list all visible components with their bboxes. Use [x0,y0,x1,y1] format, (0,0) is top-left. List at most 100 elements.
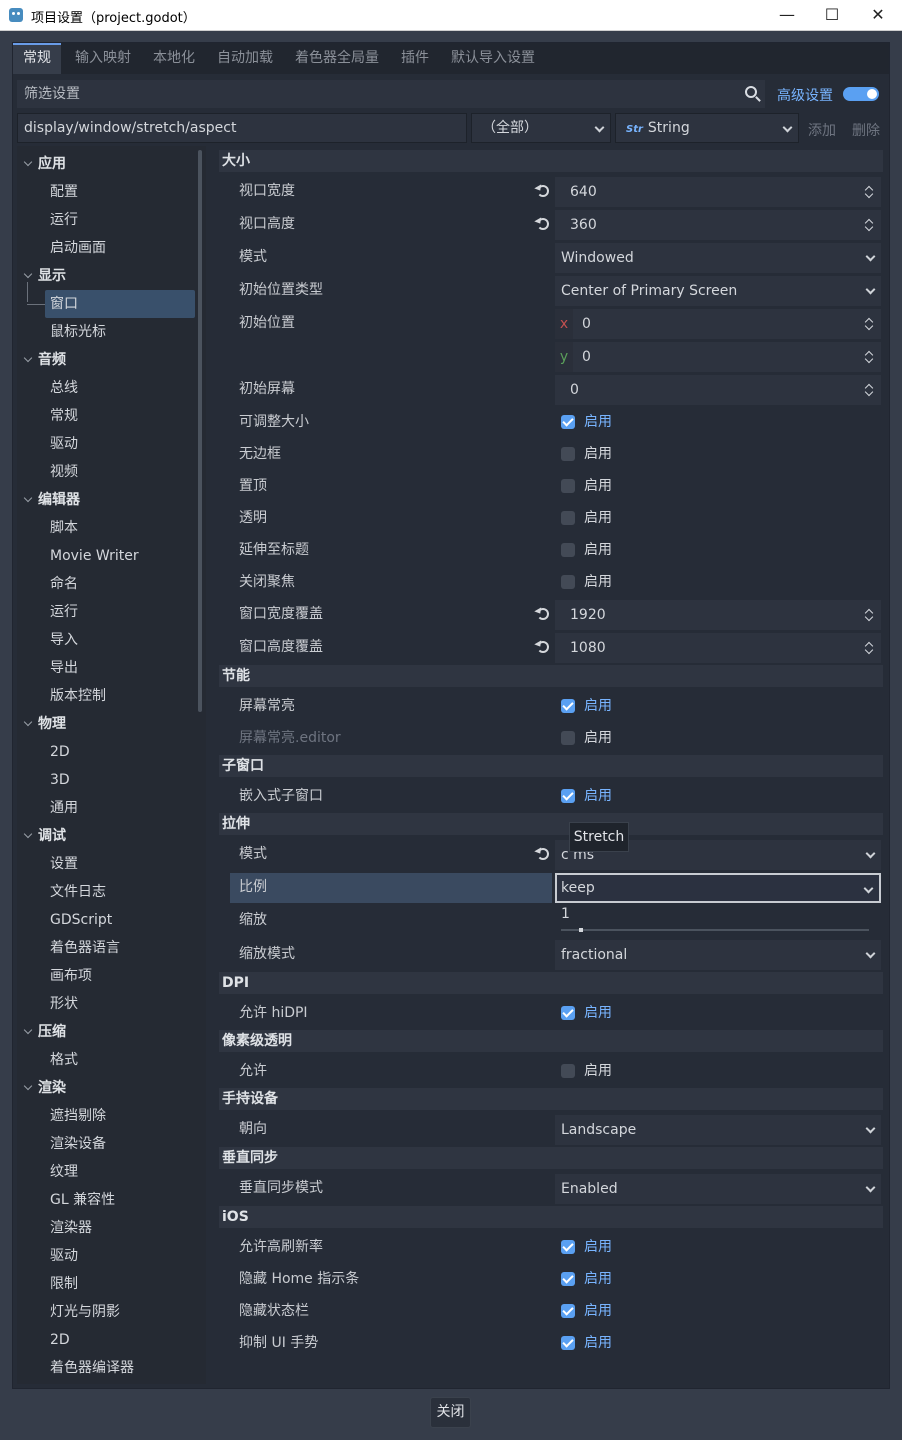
tree-item[interactable]: Movie Writer [17,542,197,570]
tree-item[interactable]: 画布项 [17,962,197,990]
tree-item[interactable]: 运行 [17,598,197,626]
spin-arrows-icon[interactable] [865,383,873,397]
enable-label[interactable]: 启用 [584,691,612,721]
enum-dropdown[interactable]: Landscape [555,1115,881,1145]
delete-button[interactable]: 删除 [852,120,880,140]
tree-item[interactable]: 遮挡剔除 [17,1102,197,1130]
tree-item[interactable]: 3D [17,766,197,794]
spin-arrows-icon[interactable] [865,350,873,364]
enable-label[interactable]: 启用 [584,567,612,597]
revert-icon[interactable] [537,608,549,620]
checkbox-checked[interactable] [561,1272,575,1286]
collapse-arrow-icon[interactable] [23,269,33,279]
checkbox-checked[interactable] [561,415,575,429]
spin-arrows-icon[interactable] [865,608,873,622]
tree-item[interactable]: 鼠标光标 [17,318,197,346]
tree-category[interactable]: 压缩 [17,1018,197,1046]
tree-item[interactable]: 脚本 [17,514,197,542]
checkbox-unchecked[interactable] [561,1064,575,1078]
checkbox-unchecked[interactable] [561,543,575,557]
tree-item[interactable]: 导入 [17,626,197,654]
tab-input-map[interactable]: 输入映射 [65,43,141,74]
type-select[interactable]: Str String [615,113,799,143]
tree-item[interactable]: 2D [17,1326,197,1354]
tab-autoload[interactable]: 自动加载 [207,43,283,74]
property-path-input[interactable] [18,114,466,142]
enable-label[interactable]: 启用 [584,471,612,501]
close-window-button[interactable]: ✕ [855,0,901,31]
number-spinbox[interactable]: 360 [555,210,881,240]
enable-label[interactable]: 启用 [584,723,612,753]
checkbox-checked[interactable] [561,1006,575,1020]
number-spinbox[interactable]: 640 [555,177,881,207]
aspect-dropdown[interactable]: keep [555,873,881,903]
tree-item[interactable]: 视频 [17,458,197,486]
tree-category[interactable]: 调试 [17,822,197,850]
tree-item[interactable]: 文件日志 [17,878,197,906]
collapse-arrow-icon[interactable] [23,1025,33,1035]
revert-icon[interactable] [537,848,549,860]
tree-item[interactable]: 着色器编译器 [17,1354,197,1382]
enum-dropdown[interactable]: fractional [555,940,881,970]
number-spinbox[interactable]: y0 [555,342,881,372]
slider-track[interactable] [561,929,869,931]
enable-label[interactable]: 启用 [584,1296,612,1326]
tree-item[interactable]: 版本控制 [17,682,197,710]
tree-item[interactable]: 常规 [17,402,197,430]
revert-icon[interactable] [537,218,549,230]
tree-item[interactable]: 形状 [17,990,197,1018]
tree-category[interactable]: 编辑器 [17,486,197,514]
spin-arrows-icon[interactable] [865,218,873,232]
spin-arrows-icon[interactable] [865,185,873,199]
tree-item[interactable]: 运行 [17,206,197,234]
enum-dropdown[interactable]: Center of Primary Screen [555,276,881,306]
tree-category[interactable]: 显示 [17,262,197,290]
filter-settings-input[interactable] [17,80,737,108]
number-spinbox[interactable]: 1080 [555,633,881,663]
tree-item[interactable]: 通用 [17,794,197,822]
tree-item[interactable]: 纹理 [17,1158,197,1186]
enum-dropdown[interactable]: Windowed [555,243,881,273]
collapse-arrow-icon[interactable] [23,353,33,363]
tab-plugins[interactable]: 插件 [391,43,439,74]
checkbox-unchecked[interactable] [561,575,575,589]
tree-item[interactable]: 格式 [17,1046,197,1074]
tree-item[interactable]: 配置 [17,178,197,206]
spin-arrows-icon[interactable] [865,641,873,655]
collapse-arrow-icon[interactable] [23,717,33,727]
tab-import-defaults[interactable]: 默认导入设置 [441,43,545,74]
enable-label[interactable]: 启用 [584,535,612,565]
collapse-arrow-icon[interactable] [23,1081,33,1091]
number-spinbox[interactable]: 0 [555,375,881,405]
checkbox-checked[interactable] [561,789,575,803]
tree-category[interactable]: 音频 [17,346,197,374]
tree-item[interactable]: 2D [17,738,197,766]
enable-label[interactable]: 启用 [584,1264,612,1294]
checkbox-unchecked[interactable] [561,731,575,745]
tree-item[interactable]: 导出 [17,654,197,682]
category-select[interactable]: （全部） [471,113,611,143]
enable-label[interactable]: 启用 [584,1056,612,1086]
tree-item[interactable]: GL 兼容性 [17,1186,197,1214]
tree-item[interactable]: 灯光与阴影 [17,1298,197,1326]
checkbox-checked[interactable] [561,699,575,713]
enable-label[interactable]: 启用 [584,998,612,1028]
tree-item[interactable]: 驱动 [17,1242,197,1270]
minimize-button[interactable]: — [764,0,810,31]
tree-item[interactable]: 渲染器 [17,1214,197,1242]
tree-item[interactable]: 驱动 [17,430,197,458]
tab-shader-globals[interactable]: 着色器全局量 [285,43,389,74]
enable-label[interactable]: 启用 [584,1328,612,1358]
enable-label[interactable]: 启用 [584,1232,612,1262]
revert-icon[interactable] [537,641,549,653]
number-spinbox[interactable]: 1920 [555,600,881,630]
checkbox-unchecked[interactable] [561,479,575,493]
tree-scrollbar[interactable] [198,150,202,712]
tab-general[interactable]: 常规 [13,43,61,74]
checkbox-checked[interactable] [561,1304,575,1318]
close-button[interactable]: 关闭 [430,1397,471,1428]
tree-item[interactable]: 总线 [17,374,197,402]
enable-label[interactable]: 启用 [584,439,612,469]
tree-item[interactable]: 渲染设备 [17,1130,197,1158]
collapse-arrow-icon[interactable] [23,493,33,503]
